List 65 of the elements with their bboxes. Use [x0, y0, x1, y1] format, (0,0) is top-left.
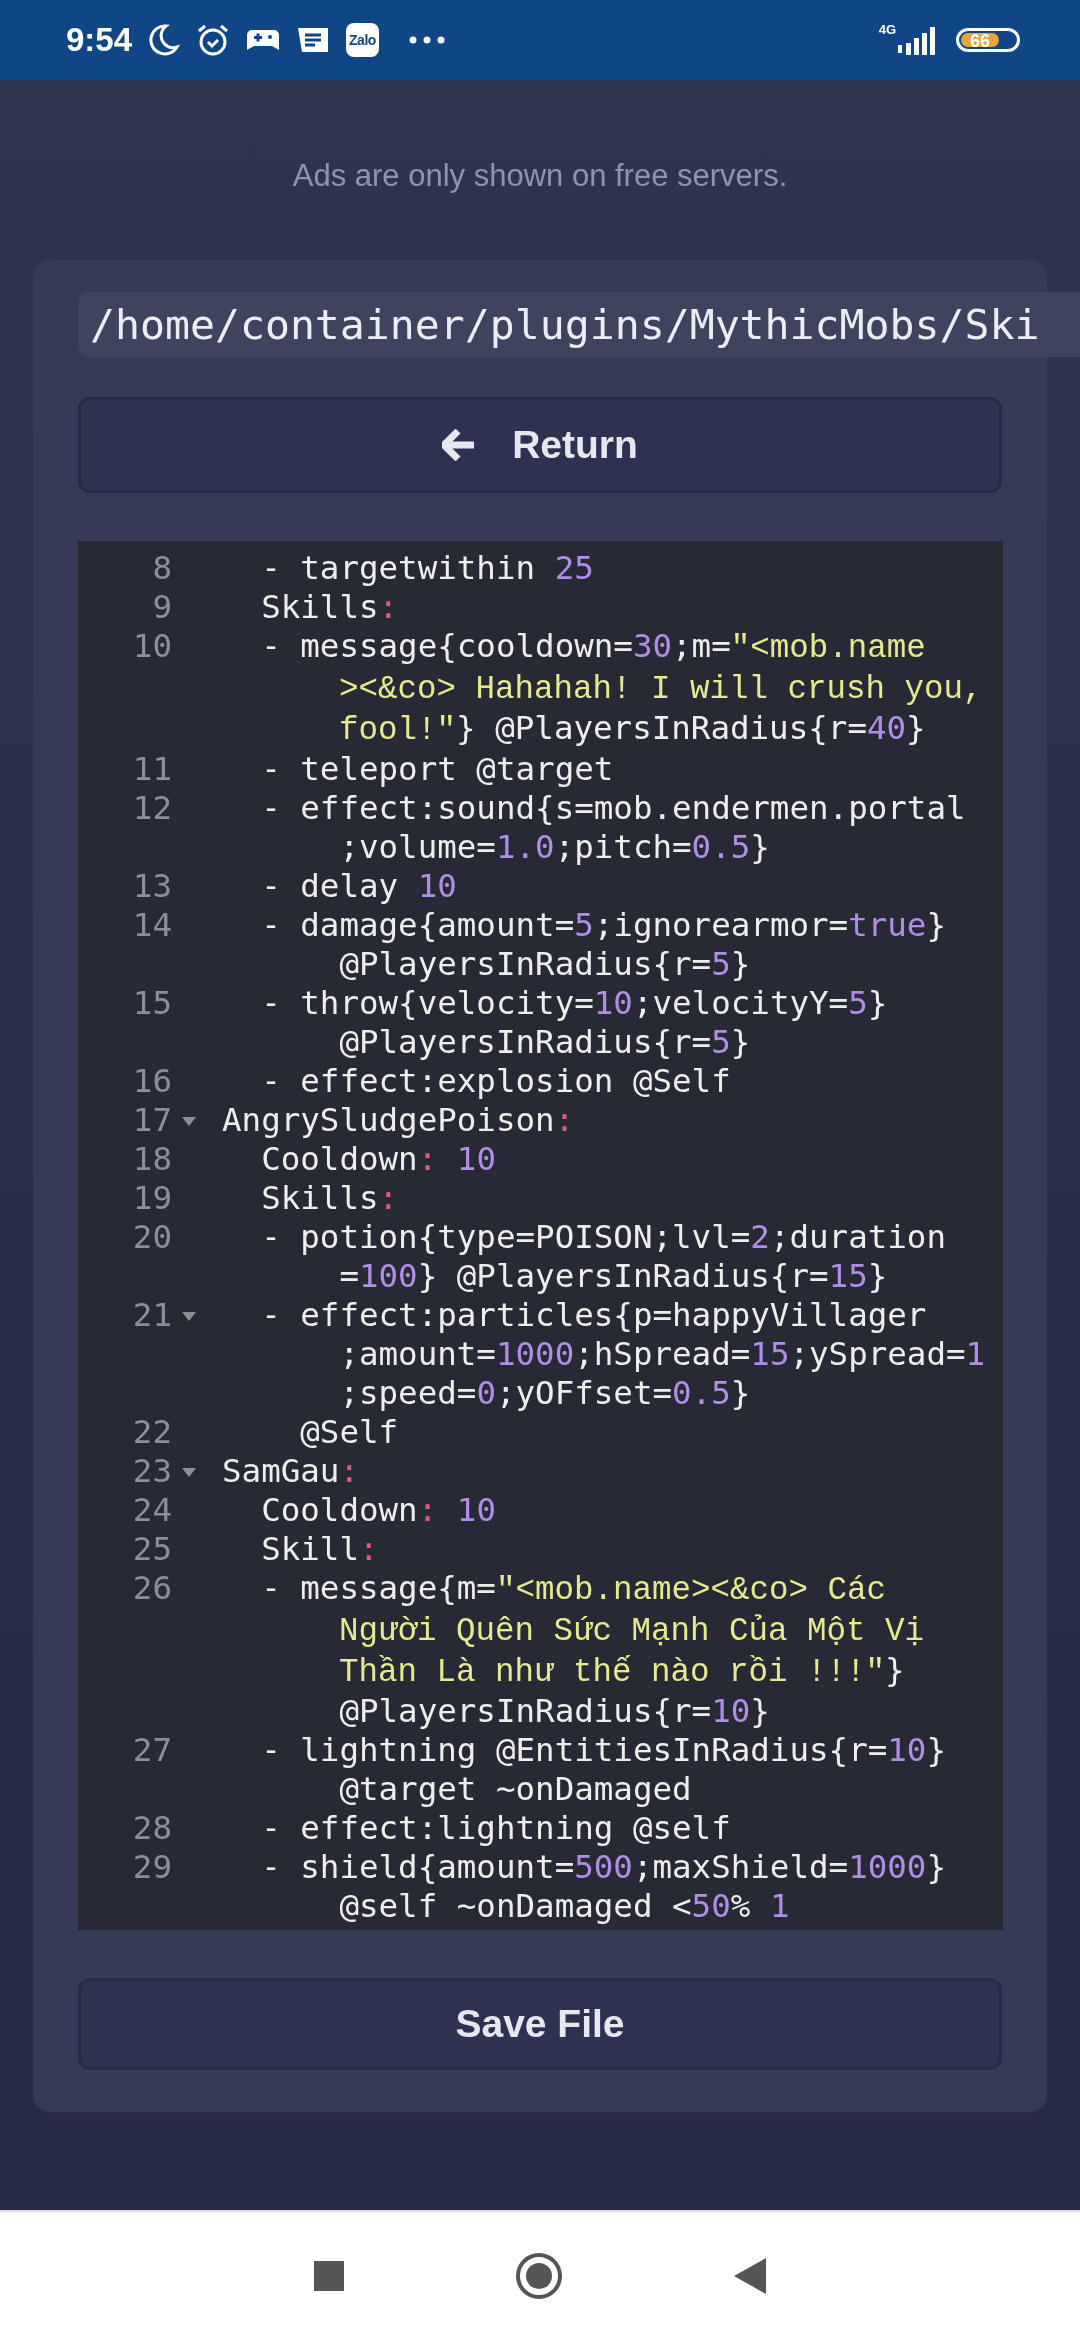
line-number: 29 [131, 1848, 172, 1887]
line-number: 28 [131, 1809, 172, 1848]
code-line: - lightning @EntitiesInRadius{r=10} @target ~onDamaged [260, 1731, 946, 1809]
file-path-field: /home/container/plugins/MythicMobs/Ski [78, 292, 1080, 357]
code-line: - targetwithin 25 [260, 549, 594, 588]
line-number: 11 [131, 750, 172, 789]
code-line: - damage{amount=5;ignorearmor=true} @PlayersInRadius{r=5} [260, 906, 946, 984]
more-icon [408, 36, 445, 44]
line-number: 24 [131, 1491, 172, 1530]
code-line: Skills: [260, 588, 399, 627]
code-line: Cooldown: 10 [260, 1491, 496, 1530]
code-line: - effect:particles{p=happyVillager ;amount=1000;hSpread=15;ySpread=1 ;speed=0;yOFfset=0.5} [260, 1296, 986, 1413]
code-editor[interactable] [78, 541, 1003, 1930]
line-number: 21 [131, 1296, 172, 1335]
signal-icon [898, 25, 938, 55]
code-line: - effect:explosion @Self [260, 1062, 731, 1101]
save-file-button[interactable]: Save File [78, 1978, 1002, 2070]
zalo-app-icon: Zalo [346, 23, 379, 57]
message-icon [296, 25, 331, 55]
line-number: 16 [131, 1062, 172, 1101]
fold-arrow-icon[interactable] [182, 1117, 196, 1126]
alarm-icon [196, 23, 231, 57]
code-line: - potion{type=POISON;lvl=2;duration =100} @PlayersInRadius{r=15} [260, 1218, 946, 1296]
line-number: 10 [131, 627, 172, 666]
network-type: 4G [878, 22, 896, 37]
line-number: 9 [151, 588, 172, 627]
line-number: 12 [131, 789, 172, 828]
recent-apps-button[interactable] [313, 2260, 345, 2292]
line-number: 15 [131, 984, 172, 1023]
line-number: 23 [131, 1452, 172, 1491]
code-line: Skills: [260, 1179, 399, 1218]
ads-notice: Ads are only shown on free servers. [291, 158, 789, 194]
code-line: - message{cooldown=30;m="<mob.name ><&co> Hahahah! I will crush you, fool!"} @PlayersInRadius{r=40} [260, 627, 983, 750]
line-number: 17 [131, 1101, 172, 1140]
code-line: - delay 10 [260, 867, 457, 906]
code-line: - shield{amount=500;maxShield=1000} @self ~onDamaged <50% 1 [260, 1848, 946, 1926]
code-line: AngrySludgePoison: [222, 1101, 575, 1140]
code-line: - message{m="<mob.name><&co> Các Người Quên Sức Mạnh Của Một Vị Thần Là như thế nào rồi !!!"} @PlayersInRadius{r=10} [260, 1569, 925, 1731]
line-number: 13 [131, 867, 172, 906]
fold-arrow-icon[interactable] [182, 1468, 196, 1477]
home-button[interactable] [515, 2252, 563, 2300]
line-number: 18 [131, 1140, 172, 1179]
code-line: - effect:sound{s=mob.endermen.portal ;volume=1.0;pitch=0.5} [260, 789, 966, 867]
code-line: @Self [299, 1413, 399, 1452]
line-number: 25 [131, 1530, 172, 1569]
line-number: 26 [131, 1569, 172, 1608]
code-line: SamGau: [222, 1452, 359, 1491]
code-line: - throw{velocity=10;velocityY=5} @PlayersInRadius{r=5} [260, 984, 888, 1062]
back-button[interactable] [733, 2257, 767, 2295]
line-number: 20 [131, 1218, 172, 1257]
back-arrow-icon [442, 429, 477, 461]
line-number: 27 [131, 1731, 172, 1770]
code-line: Skill: [260, 1530, 379, 1569]
code-line: - effect:lightning @self [260, 1809, 731, 1848]
clock-time: 9:54 [66, 21, 133, 59]
code-line: - teleport @target [260, 750, 614, 789]
return-button[interactable]: Return [78, 397, 1002, 493]
battery-level: 66 [961, 33, 999, 47]
moon-icon [146, 23, 181, 57]
line-number: 19 [131, 1179, 172, 1218]
fold-arrow-icon[interactable] [182, 1312, 196, 1321]
line-number: 14 [131, 906, 172, 945]
line-number: 8 [151, 549, 172, 588]
line-number: 22 [131, 1413, 172, 1452]
code-line: Cooldown: 10 [260, 1140, 496, 1179]
